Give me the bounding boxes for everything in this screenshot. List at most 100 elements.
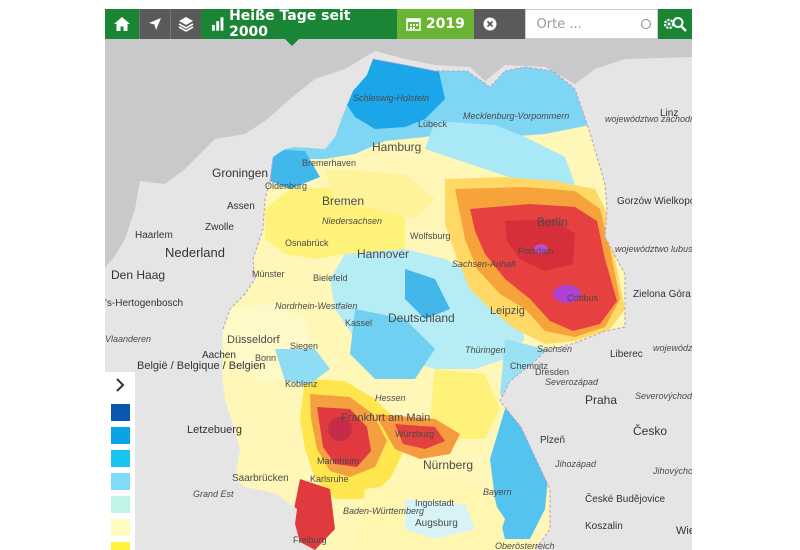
title-pointer: [283, 38, 300, 46]
label-severozapad: Severozápad: [545, 377, 599, 387]
legend-swatch: [111, 519, 130, 536]
label-grand-est: Grand Est: [193, 489, 234, 499]
label-saarbruecken: Saarbrücken: [232, 473, 289, 484]
label-karlsruhe: Karlsruhe: [310, 474, 349, 484]
label-ceske-budejovice: České Budějovice: [585, 492, 665, 505]
label-lubuskie: województwo lubuskie: [615, 244, 692, 254]
label-hessen: Hessen: [375, 393, 406, 403]
label-wien: Wie: [676, 525, 692, 537]
label-deutschland: Deutschland: [388, 311, 455, 325]
search-box[interactable]: [525, 9, 658, 39]
label-zachodniopomorskie: województwo zachodniopomorskie: [605, 114, 692, 124]
home-button[interactable]: [105, 9, 140, 39]
legend-swatch: [111, 473, 130, 490]
label-siegen: Siegen: [290, 341, 318, 351]
calendar-icon: [406, 18, 421, 31]
layers-icon: [178, 17, 194, 32]
label-liberec: Liberec: [610, 349, 643, 360]
label-hertogenbosch: 's-Hertogenbosch: [105, 298, 183, 309]
label-den-haag: Den Haag: [111, 268, 165, 282]
label-mecklenburg: Mecklenburg-Vorpommern: [463, 111, 569, 121]
layer-title: Heiße Tage seit 2000: [229, 9, 351, 40]
label-jihozapad: Jihozápad: [554, 459, 597, 469]
year-label: 2019: [425, 16, 465, 32]
label-kassel: Kassel: [345, 318, 372, 328]
layer-title-button[interactable]: Heiße Tage seit 2000: [200, 9, 397, 46]
label-osnabrueck: Osnabrück: [285, 238, 329, 248]
search-circle-icon: [640, 19, 651, 29]
label-nuernberg: Nürnberg: [423, 458, 473, 472]
label-oberoesterreich: Oberösterreich: [495, 541, 555, 550]
label-zielona-gora: Zielona Góra: [633, 289, 691, 300]
label-koblenz: Koblenz: [285, 379, 318, 389]
label-frankfurt: Frankfurt am Main: [341, 412, 430, 424]
label-haarlem: Haarlem: [135, 230, 173, 241]
legend-swatch: [111, 450, 130, 467]
label-zwolle: Zwolle: [205, 222, 234, 233]
label-dolnoslaskie: województwo dolnośląskie: [653, 343, 692, 353]
legend-swatch: [111, 496, 130, 513]
heat-map[interactable]: Schleswig-Holstein Mecklenburg-Vorpommer…: [105, 9, 692, 550]
location-arrow-icon: [149, 18, 162, 30]
label-berlin: Berlin: [537, 215, 568, 229]
map-frame: Schleswig-Holstein Mecklenburg-Vorpommer…: [105, 9, 692, 550]
label-freiburg: Freiburg: [293, 535, 327, 545]
label-groningen: Groningen: [212, 166, 268, 180]
legend-swatch: [111, 404, 130, 421]
label-duesseldorf: Düsseldorf: [227, 334, 281, 346]
label-nrw: Nordrhein-Westfalen: [275, 301, 357, 311]
label-oldenburg: Oldenburg: [265, 181, 307, 191]
label-sachsen: Sachsen: [537, 344, 572, 354]
legend-toggle[interactable]: [105, 372, 135, 398]
label-bw: Baden-Württemberg: [343, 506, 424, 516]
locate-button[interactable]: [139, 9, 171, 39]
label-thueringen: Thüringen: [465, 345, 506, 355]
label-assen: Assen: [227, 201, 255, 212]
settings-search-icon: [663, 17, 687, 32]
chevron-right-icon: [116, 378, 125, 392]
label-hamburg: Hamburg: [372, 140, 421, 154]
label-vlaanderen: Vlaanderen: [105, 334, 151, 344]
label-linz: Koszalin: [585, 521, 623, 532]
home-icon: [114, 17, 131, 31]
label-wolfsburg: Wolfsburg: [410, 231, 450, 241]
label-plzen: Plzeň: [540, 435, 565, 446]
label-sachsen-anhalt: Sachsen-Anhalt: [452, 259, 516, 269]
label-luebeck: Lübeck: [418, 119, 448, 129]
label-mannheim: Mannheim: [317, 456, 359, 466]
label-schleswig-holstein: Schleswig-Holstein: [353, 93, 429, 103]
label-cottbus: Cottbus: [567, 293, 599, 303]
label-bayern: Bayern: [483, 487, 512, 497]
label-gorzow: Gorzów Wielkopolski: [617, 196, 692, 207]
label-niedersachsen: Niedersachsen: [322, 216, 382, 226]
year-button[interactable]: 2019: [396, 9, 474, 39]
toolbar: Heiße Tage seit 2000 2019: [105, 9, 692, 46]
label-leipzig: Leipzig: [490, 305, 525, 317]
legend-panel: [105, 372, 135, 550]
label-hannover: Hannover: [357, 247, 409, 261]
label-letzebuerg: Letzebuerg: [187, 424, 242, 436]
layers-button[interactable]: [170, 9, 201, 39]
label-belgie: België / Belgique / Belgien: [137, 360, 265, 372]
settings-search-button[interactable]: [657, 9, 692, 39]
label-severovychod: Severovýchod: [635, 391, 692, 401]
bar-chart-icon: [211, 17, 224, 31]
label-cesko: Česko: [633, 423, 667, 438]
label-bremen: Bremen: [322, 194, 364, 208]
clear-button[interactable]: [473, 9, 507, 39]
search-input[interactable]: [532, 16, 651, 32]
label-muenster: Münster: [252, 269, 285, 279]
legend-swatch: [111, 542, 130, 550]
label-praha: Praha: [585, 393, 617, 407]
label-nederland: Nederland: [165, 245, 225, 260]
label-dresden: Dresden: [535, 367, 569, 377]
legend-swatch: [111, 427, 130, 444]
label-augsburg: Augsburg: [415, 518, 458, 529]
toolbar-spacer: [506, 9, 526, 39]
label-potsdam: Potsdam: [518, 246, 554, 256]
label-bielefeld: Bielefeld: [313, 273, 348, 283]
close-icon: [483, 17, 497, 31]
label-bremerhaven: Bremerhaven: [302, 158, 356, 168]
label-wuerzburg: Würzburg: [395, 429, 434, 439]
label-jihovychod: Jihovýchod: [652, 466, 692, 476]
